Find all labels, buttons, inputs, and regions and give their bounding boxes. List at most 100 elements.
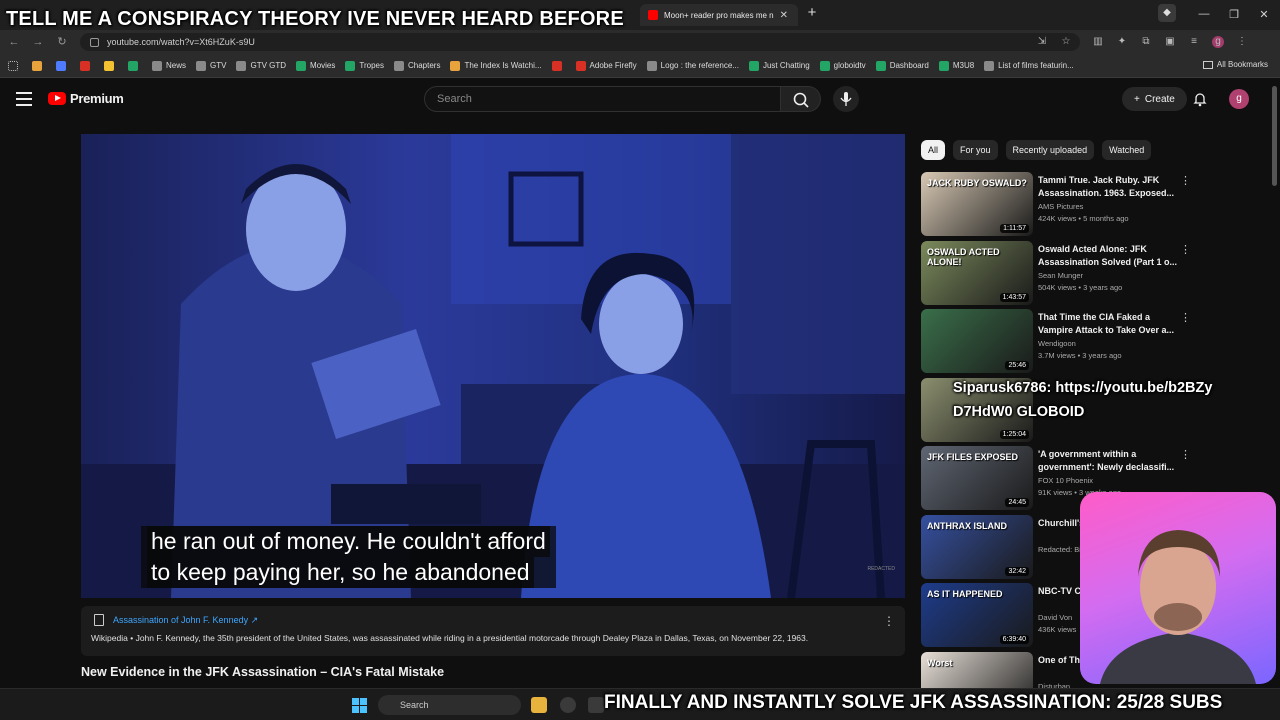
bookmark-item[interactable]: GTV [196,60,226,71]
scrollbar-thumb[interactable] [1272,86,1277,186]
tab-active[interactable]: Moon+ reader pro makes me n ✕ [640,4,798,26]
reload-icon[interactable]: ↻ [54,34,70,50]
filter-chip[interactable]: For you [953,140,998,160]
video-thumbnail[interactable]: 25:46 [921,309,1033,373]
more-options-icon[interactable]: ⋮ [1180,174,1191,187]
windows-start-icon[interactable] [352,698,367,713]
all-bookmarks-folder[interactable]: All Bookmarks [1202,60,1268,69]
window-close-icon[interactable]: ✕ [1248,0,1280,28]
channel-name[interactable]: Wendigoon [1038,339,1076,348]
more-options-icon[interactable]: ⋮ [883,614,895,628]
bookmark-item[interactable] [104,60,118,71]
search-button[interactable] [781,86,821,112]
bookmark-item[interactable] [551,60,566,71]
taskbar-search-input[interactable]: Search [378,695,521,715]
menu-kebab-icon[interactable]: ⋮ [1236,36,1248,48]
recommended-video[interactable]: OSWALD ACTED ALONE! 1:43:57 Oswald Acted A… [921,240,1191,305]
close-icon[interactable]: ✕ [780,10,788,21]
channel-name[interactable]: AMS Pictures [1038,202,1083,211]
video-player[interactable]: he ran out of money. He couldn't afford … [81,134,905,598]
minimize-icon[interactable]: — [1188,0,1220,28]
chat-overlay-line-2: D7HdW0 GLOBOID [953,404,1085,420]
tab-groups-icon[interactable]: ≡ [1188,36,1200,48]
bookmark-favicon-icon [875,60,886,71]
video-title[interactable]: That Time the CIA Faked a Vampire Attack… [1038,311,1178,337]
channel-name[interactable]: David Von [1038,613,1072,622]
bookmark-item[interactable] [80,60,94,71]
notifications-bell-icon[interactable] [1192,91,1208,107]
channel-name[interactable]: FOX 10 Phoenix [1038,476,1093,485]
bookmark-item[interactable]: Tropes [345,60,384,71]
filter-chip[interactable]: All [921,140,946,160]
video-title[interactable]: Tammi True. Jack Ruby. JFK Assassination… [1038,174,1178,200]
tab-search-icon[interactable]: ◆ [1158,4,1176,22]
back-icon[interactable]: ← [6,34,22,50]
video-meta: 436K views [1038,625,1077,634]
bookmark-label: globoidtv [833,61,866,70]
video-duration: 6:39:40 [999,635,1029,644]
bookmark-item[interactable] [32,60,46,71]
profile-avatar[interactable]: g [1212,36,1224,48]
bookmark-label: The Index Is Watchi... [464,61,542,70]
video-thumbnail[interactable]: JFK FILES EXPOSED 24:45 [921,446,1033,510]
forward-icon[interactable]: → [30,34,46,50]
bookmark-item[interactable]: Adobe Firefly [575,60,637,71]
more-options-icon[interactable]: ⋮ [1180,448,1191,461]
bookmark-favicon-icon [819,60,830,71]
bookmark-item[interactable]: Dashboard [875,60,929,71]
video-thumbnail[interactable]: JACK RUBY OSWALD? 1:11:57 [921,172,1033,236]
info-card-title[interactable]: Assassination of John F. Kennedy ↗ [113,615,258,626]
bookmark-item[interactable]: Just Chatting [748,60,810,71]
url-field[interactable]: youtube.com/watch?v=Xt6HZuK-s9U [80,33,1080,51]
recommended-video[interactable]: 25:46 That Time the CIA Faked a Vampire A… [921,309,1191,373]
extension-icon[interactable]: ▣ [1164,36,1176,48]
site-info-icon[interactable] [90,37,99,47]
bookmark-item[interactable]: News [152,60,186,71]
channel-name[interactable]: Sean Munger [1038,271,1083,280]
recommended-video[interactable]: JACK RUBY OSWALD? 1:11:57 Tammi True. Jack… [921,172,1191,236]
extension-icon[interactable]: ✦ [1116,36,1128,48]
bookmark-item[interactable] [56,60,70,71]
video-thumbnail[interactable]: ANTHRAX ISLAND 32:42 [921,514,1033,579]
url-text: youtube.com/watch?v=Xt6HZuK-s9U [107,37,255,47]
file-explorer-icon[interactable] [531,697,547,713]
youtube-logo[interactable]: Premium [48,91,124,106]
bookmark-favicon-icon [152,60,162,71]
video-title[interactable]: 'A government within a government': Newl… [1038,448,1178,474]
filter-chip[interactable]: Recently uploaded [1005,140,1095,160]
player-watermark: REDACTED [867,566,895,572]
more-options-icon[interactable]: ⋮ [1180,311,1191,324]
account-avatar[interactable]: g [1229,89,1249,109]
maximize-icon[interactable]: ❐ [1218,0,1250,28]
filter-chip[interactable]: Watched [1102,140,1152,160]
apps-grid-icon[interactable] [8,60,22,71]
bookmark-item[interactable] [128,60,142,71]
bookmark-item[interactable]: M3U8 [938,60,974,71]
video-thumbnail[interactable]: OSWALD ACTED ALONE! 1:43:57 [921,240,1033,305]
extension-icon[interactable]: ▥ [1092,36,1104,48]
bookmark-item[interactable]: globoidtv [819,60,866,71]
bookmark-item[interactable]: Movies [296,60,335,71]
bookmark-item[interactable]: Chapters [393,60,440,71]
video-title[interactable]: Oswald Acted Alone: JFK Assassination So… [1038,243,1178,269]
extension-icon[interactable]: ⧉ [1140,36,1152,48]
bookmark-star-icon[interactable]: ☆ [1060,36,1072,48]
install-icon[interactable]: ⇲ [1036,36,1048,48]
bookmark-favicon-icon [646,60,657,71]
video-thumbnail[interactable]: AS IT HAPPENED 6:39:40 [921,583,1033,647]
taskbar-app-icon[interactable] [560,697,576,713]
voice-search-button[interactable] [833,86,859,112]
create-button[interactable]: + Create [1122,87,1187,111]
search-input[interactable]: Search [424,86,781,112]
hamburger-menu-icon[interactable] [16,92,32,106]
bookmark-item[interactable]: Logo : the reference... [646,60,739,71]
taskbar-app-icon[interactable] [588,697,604,713]
more-options-icon[interactable]: ⋮ [1180,243,1191,256]
bookmark-item[interactable]: GTV GTD [236,60,286,71]
new-tab-button[interactable]: + [803,4,821,22]
bookmark-favicon-icon [128,60,138,71]
bookmark-item[interactable]: List of films featurin... [984,60,1074,71]
bookmark-item[interactable]: The Index Is Watchi... [450,60,542,71]
video-meta: 504K views • 3 years ago [1038,282,1123,292]
channel-name[interactable]: Redacted: Bio [1038,545,1085,554]
